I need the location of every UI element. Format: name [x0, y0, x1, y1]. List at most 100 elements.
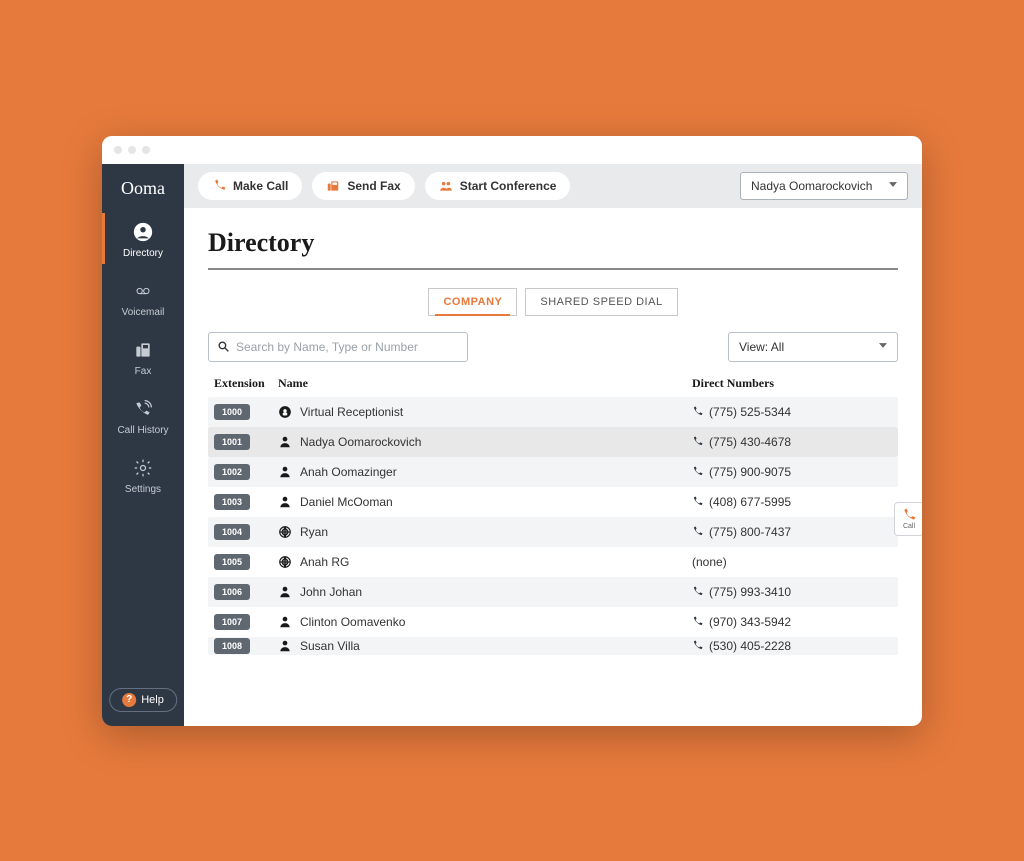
contact-name: Anah RG: [300, 555, 349, 569]
direct-number: (775) 525-5344: [709, 405, 791, 419]
phone-icon: [692, 436, 703, 447]
direct-number: (775) 993-3410: [709, 585, 791, 599]
extension-badge: 1001: [214, 434, 250, 450]
call-action-button[interactable]: Call: [894, 502, 922, 536]
start-conference-button[interactable]: Start Conference: [425, 172, 571, 200]
extension-badge: 1006: [214, 584, 250, 600]
user-dropdown[interactable]: Nadya Oomarockovich: [740, 172, 908, 200]
col-extension: Extension: [214, 376, 278, 391]
contact-name: Daniel McOoman: [300, 495, 393, 509]
search-box[interactable]: [208, 332, 468, 362]
app-root: Ooma Directory Voicemail Fax: [102, 164, 922, 726]
phone-icon: [692, 406, 703, 417]
question-icon: ?: [122, 693, 136, 707]
table-row[interactable]: 1002 Anah Oomazinger (775) 900-9075: [208, 457, 898, 487]
call-label: Call: [903, 523, 915, 530]
help-button[interactable]: ? Help: [109, 688, 177, 712]
tab-shared-speed-dial[interactable]: SHARED SPEED DIAL: [525, 288, 677, 316]
contact-name: Ryan: [300, 525, 328, 539]
search-icon: [217, 340, 230, 353]
gear-icon: [131, 456, 155, 480]
phone-icon: [212, 179, 226, 193]
contact-name: John Johan: [300, 585, 362, 599]
extension-badge: 1000: [214, 404, 250, 420]
col-name: Name: [278, 376, 692, 391]
voicemail-icon: [131, 279, 155, 303]
extension-badge: 1004: [214, 524, 250, 540]
view-label: View: All: [739, 340, 784, 354]
contact-name: Clinton Oomavenko: [300, 615, 405, 629]
contact-name: Susan Villa: [300, 639, 360, 653]
direct-number: (none): [692, 555, 727, 569]
extension-badge: 1008: [214, 638, 250, 654]
extension-badge: 1002: [214, 464, 250, 480]
sidebar-item-label: Settings: [125, 484, 161, 495]
direct-number: (775) 900-9075: [709, 465, 791, 479]
call-history-icon: [131, 397, 155, 421]
user-circle-icon: [131, 220, 155, 244]
direct-number: (775) 800-7437: [709, 525, 791, 539]
table-row[interactable]: 1003Daniel McOoman(408) 677-5995: [208, 487, 898, 517]
make-call-button[interactable]: Make Call: [198, 172, 302, 200]
contact-type-icon: [278, 639, 292, 653]
sidebar-item-label: Directory: [123, 248, 163, 259]
direct-number: (970) 343-5942: [709, 615, 791, 629]
direct-number: (775) 430-4678: [709, 435, 791, 449]
contact-type-icon: [278, 405, 292, 419]
sidebar-item-directory[interactable]: Directory: [102, 209, 184, 268]
browser-window: Ooma Directory Voicemail Fax: [102, 136, 922, 726]
phone-icon: [692, 640, 703, 651]
send-fax-button[interactable]: Send Fax: [312, 172, 414, 200]
extension-badge: 1007: [214, 614, 250, 630]
table-row[interactable]: 1001 Nadya Oomarockovich (775) 430-4678: [208, 427, 898, 457]
directory-table: Extension Name Direct Numbers 1000Virtua…: [208, 376, 898, 655]
phone-icon: [692, 586, 703, 597]
table-row[interactable]: 1008Susan Villa(530) 405-2228: [208, 637, 898, 655]
brand-logo: Ooma: [121, 164, 165, 209]
sidebar-item-call-history[interactable]: Call History: [102, 386, 184, 445]
content-area: Directory COMPANY SHARED SPEED DIAL View…: [184, 208, 922, 726]
sidebar-item-settings[interactable]: Settings: [102, 445, 184, 504]
topbar: Make Call Send Fax Start Conference N: [184, 164, 922, 208]
browser-titlebar: [102, 136, 922, 164]
table-row[interactable]: 1005 Anah RG (none): [208, 547, 898, 577]
sidebar-item-label: Call History: [117, 425, 168, 436]
button-label: Start Conference: [460, 179, 557, 193]
page-title: Directory: [208, 228, 898, 258]
view-dropdown[interactable]: View: All: [728, 332, 898, 362]
sidebar-item-label: Fax: [135, 366, 152, 377]
button-label: Send Fax: [347, 179, 400, 193]
table-row[interactable]: 1007 Clinton Oomavenko (970) 343-5942: [208, 607, 898, 637]
tab-company[interactable]: COMPANY: [428, 288, 517, 316]
main-panel: Make Call Send Fax Start Conference N: [184, 164, 922, 726]
sidebar-item-voicemail[interactable]: Voicemail: [102, 268, 184, 327]
table-row[interactable]: 1006 John Johan (775) 993-3410: [208, 577, 898, 607]
contact-name: Nadya Oomarockovich: [300, 435, 421, 449]
contact-type-icon: [278, 615, 292, 629]
window-dot: [114, 146, 122, 154]
table-row[interactable]: 1004 Ryan (775) 800-7437: [208, 517, 898, 547]
chevron-down-icon: [889, 182, 897, 190]
contact-type-icon: [278, 585, 292, 599]
table-row[interactable]: 1000Virtual Receptionist(775) 525-5344: [208, 397, 898, 427]
phone-icon: [692, 526, 703, 537]
group-icon: [439, 179, 453, 193]
col-direct-numbers: Direct Numbers: [692, 376, 892, 391]
search-input[interactable]: [236, 340, 459, 354]
phone-icon: [692, 616, 703, 627]
controls-row: View: All: [208, 332, 898, 362]
chevron-down-icon: [879, 343, 887, 351]
sidebar: Ooma Directory Voicemail Fax: [102, 164, 184, 726]
contact-type-icon: [278, 555, 292, 569]
sidebar-item-fax[interactable]: Fax: [102, 327, 184, 386]
table-header: Extension Name Direct Numbers: [208, 376, 898, 397]
contact-name: Anah Oomazinger: [300, 465, 397, 479]
extension-badge: 1005: [214, 554, 250, 570]
button-label: Make Call: [233, 179, 288, 193]
table-body: 1000Virtual Receptionist(775) 525-534410…: [208, 397, 898, 655]
contact-type-icon: [278, 525, 292, 539]
divider: [208, 268, 898, 270]
window-dot: [128, 146, 136, 154]
tabs: COMPANY SHARED SPEED DIAL: [208, 288, 898, 316]
help-label: Help: [141, 694, 164, 706]
